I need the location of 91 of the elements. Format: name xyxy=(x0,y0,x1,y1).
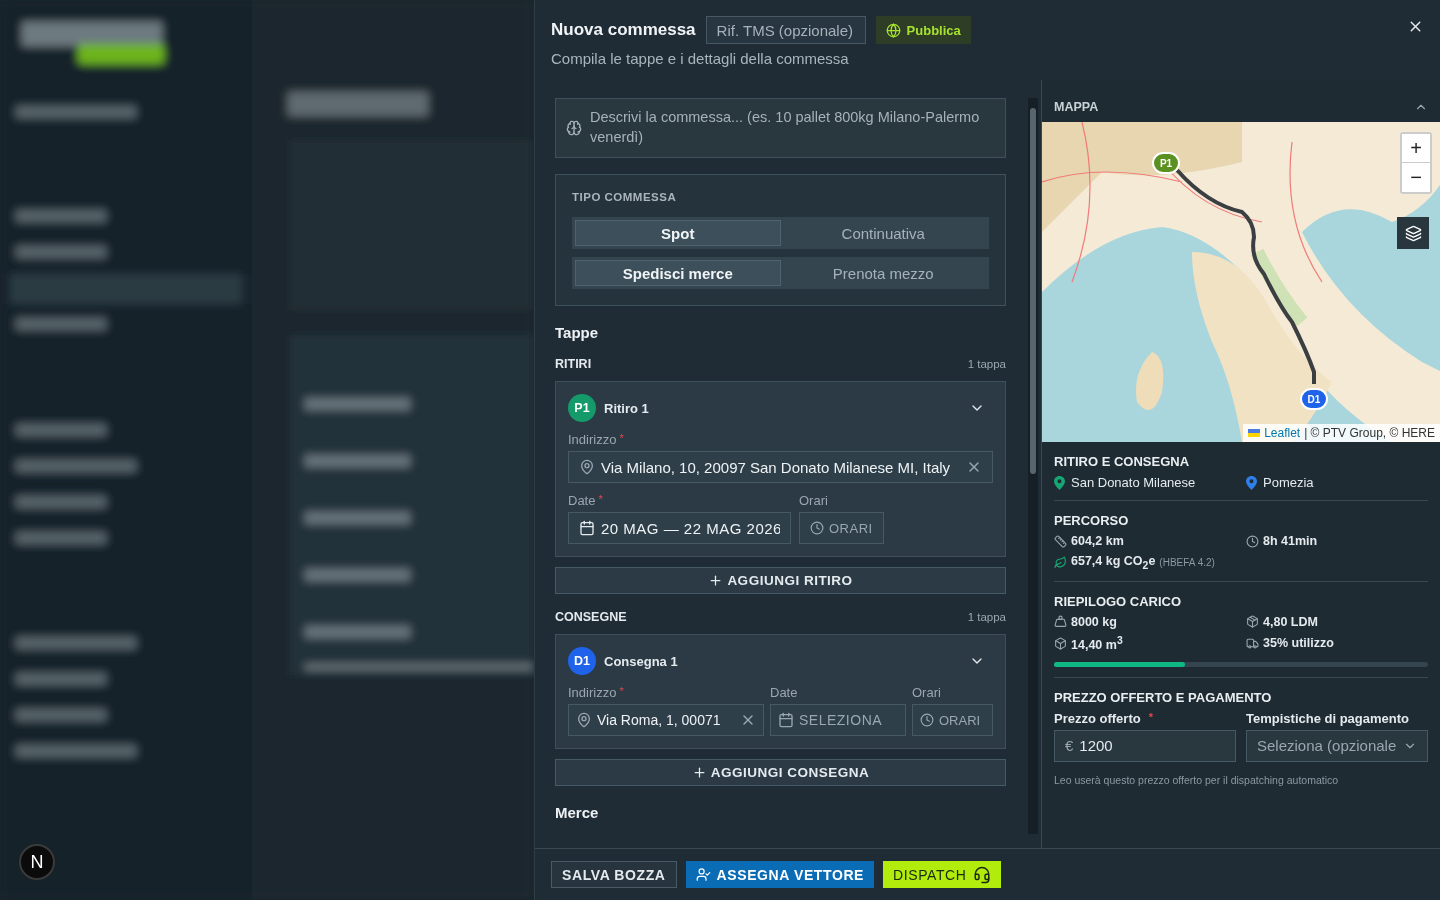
layers-button[interactable] xyxy=(1397,217,1429,249)
drawer-subtitle: Compila le tappe e i dettagli della commessa xyxy=(551,50,850,67)
plus-icon xyxy=(691,765,707,780)
map-pin-icon xyxy=(579,459,595,475)
publish-button[interactable]: Pubblica xyxy=(875,16,971,44)
segment-option[interactable]: Spot xyxy=(575,220,781,246)
ruler-icon xyxy=(1054,534,1067,548)
payment-select[interactable]: Seleziona (opzionale xyxy=(1246,729,1428,762)
drawer-title: Nuova commessa xyxy=(551,20,696,40)
field-label: Indirizzo xyxy=(568,685,617,700)
field-label: Orari xyxy=(912,685,941,700)
leaflet-link[interactable]: Leaflet xyxy=(1248,426,1301,440)
footer-button[interactable]: DISPATCH xyxy=(883,861,1001,888)
time-button[interactable]: ORARI xyxy=(912,704,993,736)
address-text: Via Milano, 10, 20097 San Donato Milanese MI, Italy xyxy=(601,458,952,476)
required-mark: * xyxy=(619,685,624,699)
stop-badge: D1 xyxy=(568,647,596,675)
group-label: RITIRI xyxy=(555,357,592,371)
map-attribution: | © PTV Group, © HERE xyxy=(1304,426,1435,440)
cube-icon xyxy=(1054,636,1067,650)
date-field[interactable]: SELEZIONA xyxy=(770,704,906,736)
stat-value: 4,80 LDM xyxy=(1263,614,1318,629)
segment-option[interactable]: Spedisci merce xyxy=(575,260,781,286)
address-field[interactable]: Via Milano, 10, 20097 San Donato Milanese MI, Italy xyxy=(568,451,993,483)
place-name: San Donato Milanese xyxy=(1071,475,1196,490)
time-button[interactable]: ORARI xyxy=(799,512,884,544)
footer-button[interactable]: SALVA BOZZA xyxy=(551,861,677,888)
section-title: RITIRO E CONSEGNA xyxy=(1054,454,1191,469)
stop-count: 1 tappa xyxy=(967,611,1006,623)
section-title: PREZZO OFFERTO E PAGAMENTO xyxy=(1054,689,1273,705)
stop-title: Consegna 1 xyxy=(604,653,679,669)
stat-note: (HBEFA 4.2) xyxy=(1159,556,1215,568)
stop-title: Ritiro 1 xyxy=(604,400,650,416)
address-field[interactable]: Via Roma, 1, 00071 xyxy=(568,704,764,736)
section-title: PERCORSO xyxy=(1054,513,1130,528)
place-name: Pomezia xyxy=(1263,475,1314,490)
headset-icon xyxy=(972,865,991,884)
calendar-icon xyxy=(778,712,794,728)
stat-value: 604,2 km xyxy=(1071,534,1124,548)
footer-button[interactable]: ASSEGNA VETTORE xyxy=(685,861,875,888)
segment-option[interactable]: Prenota mezzo xyxy=(780,260,986,286)
calendar-icon xyxy=(579,520,595,536)
zoom-in-button[interactable]: + xyxy=(1402,134,1430,163)
section-heading: Tappe xyxy=(555,324,600,341)
package-icon xyxy=(1246,615,1259,628)
user-check-icon xyxy=(695,867,711,882)
layers-icon xyxy=(1404,224,1422,242)
price-field[interactable]: € 1200 xyxy=(1054,729,1236,762)
segment-option[interactable]: Continuativa xyxy=(780,220,986,246)
field-label: Date xyxy=(568,493,596,508)
date-text: SELEZIONA xyxy=(799,712,884,728)
section-title: RIEPILOGO CARICO xyxy=(1054,593,1183,609)
hint-text: Leo userà questo prezzo offerto per il dispatching automatico xyxy=(1054,773,1340,786)
required-mark: * xyxy=(619,432,624,446)
field-label: Date xyxy=(770,685,798,700)
map-title: MAPPA xyxy=(1054,100,1099,114)
group-label: CONSEGNE xyxy=(555,610,627,624)
weight-icon xyxy=(1054,615,1067,628)
stat-value: 657,4 kg CO$_{2}$e xyxy=(1071,554,1156,571)
add-stop-button[interactable]: AGGIUNGI RITIRO xyxy=(555,567,1006,594)
globe-icon xyxy=(885,22,901,38)
section-heading: Merce xyxy=(555,804,600,821)
add-stop-button[interactable]: AGGIUNGI CONSEGNA xyxy=(555,759,1006,786)
address-text: Via Roma, 1, 00071 xyxy=(597,712,722,728)
required-mark: * xyxy=(1148,710,1153,725)
stat-value: 35% utilizzo xyxy=(1263,636,1334,651)
clock-icon xyxy=(810,521,824,535)
clock-icon xyxy=(920,713,934,727)
stat-value: 8000 kg xyxy=(1071,614,1117,629)
currency-symbol: € xyxy=(1065,737,1074,755)
clock-icon xyxy=(1246,534,1259,548)
stop-badge: P1 xyxy=(568,394,596,422)
leaf-icon xyxy=(1054,555,1067,569)
section-label: TIPO COMMESSA xyxy=(572,191,678,203)
brain-icon xyxy=(566,120,582,136)
field-label: Prezzo offerto xyxy=(1054,710,1141,726)
flag-icon xyxy=(1248,429,1261,437)
map-pin-icon xyxy=(576,712,592,728)
stat-value: 8h 41min xyxy=(1263,534,1318,548)
stop-count: 1 tappa xyxy=(967,358,1006,370)
description-field[interactable]: Descrivi la commessa... (es. 10 pallet 800kg Milano-Palermo venerdì) xyxy=(555,98,1006,158)
reference-field[interactable]: Rif. TMS (opzionale) xyxy=(705,16,866,44)
field-label: Indirizzo xyxy=(568,432,617,447)
plus-icon xyxy=(708,573,724,588)
stat-value: 14,40 m$^{3}$ xyxy=(1071,634,1123,652)
field-label: Tempistiche di pagamento xyxy=(1246,710,1409,726)
truck-icon xyxy=(1246,636,1259,650)
price-value: 1200 xyxy=(1079,737,1113,755)
scrollbar[interactable] xyxy=(1028,98,1038,834)
field-label: Orari xyxy=(799,493,828,508)
required-mark: * xyxy=(598,493,603,507)
